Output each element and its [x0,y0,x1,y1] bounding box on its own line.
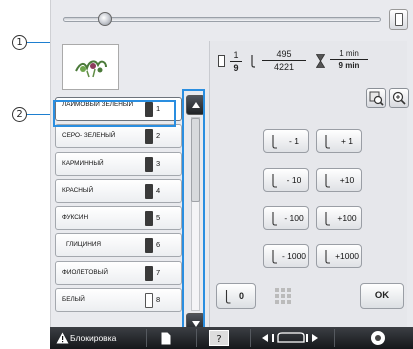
minus-10-button[interactable]: - 10 [263,168,309,192]
design-preview [62,44,119,90]
spool-icon [218,55,225,67]
thread-swatch [145,156,153,172]
separator [146,329,147,347]
needle-icon [325,174,330,188]
thread-name: ФУКСИН [62,214,89,222]
separator [250,329,251,347]
grid-button[interactable] [272,285,294,307]
embroidery-screen: ЛАЙМОВЫЙ ЗЕЛЕНЫЙ 1 СЕРО- ЗЕЛЕНЫЙ 2 КАРМИ… [50,0,413,349]
list-item[interactable]: КАРМИННЫЙ 3 [55,151,182,176]
design-preview-image [75,60,107,78]
svg-text:?: ? [216,334,221,345]
ok-button[interactable]: OK [360,283,404,309]
page-button[interactable] [156,327,180,349]
color-counter: 1 9 [230,50,242,73]
warning-icon [56,332,69,344]
thread-swatch [145,265,153,281]
plus-1-button[interactable]: + 1 [316,129,362,153]
needle-icon [272,174,277,188]
stitch-counter: 495 4221 [262,49,306,72]
page-icon [161,332,171,345]
grid-icon [275,288,291,304]
callout-2-highlight [53,100,176,127]
thread-swatch [145,238,153,254]
callout-1: 1 [12,35,27,50]
magnify-icon [369,91,384,106]
lock-label: Блокировка [70,333,117,343]
separator [334,329,335,347]
zoom-icon [392,91,406,105]
plus-1000-button[interactable]: +1000 [316,244,362,268]
thread-swatch [145,183,153,199]
progress-counter: 1 9 495 4221 1 min 9 min [216,47,406,75]
spool-button[interactable] [389,9,408,30]
needle-icon [251,55,255,68]
hourglass-icon [316,54,325,68]
sewing-button[interactable] [370,327,392,349]
list-item[interactable]: БЕЛЫЙ 8 [55,288,182,313]
minus-1-button[interactable]: - 1 [263,129,309,153]
separator [196,329,197,347]
reset-to-zero-button[interactable]: 0 [216,283,256,309]
minus-100-button[interactable]: - 100 [263,206,309,230]
thread-number: 6 [156,240,161,250]
thread-number: 3 [156,158,161,168]
stitch-control-panel: 1 9 495 4221 1 min 9 min - 1 + 1 - 10 +1… [209,41,409,344]
spool-icon [395,13,403,26]
minus-1000-button[interactable]: - 1000 [263,244,309,268]
magnify-button[interactable] [366,88,386,108]
thread-name: СЕРО- ЗЕЛЕНЫЙ [62,132,116,140]
thread-swatch [145,211,153,227]
needle-icon [272,135,277,149]
needle-icon [272,212,277,226]
thread-name: КРАСНЫЙ [62,186,94,194]
progress-bar [51,6,408,30]
progress-knob[interactable] [98,12,112,26]
needle-icon [325,135,330,149]
thread-swatch [145,293,153,309]
thread-name: БЕЛЫЙ [62,296,85,304]
callout-1-highlight [182,89,205,339]
thread-number: 7 [156,267,161,277]
thread-name: КАРМИННЫЙ [62,159,104,167]
thread-number: 5 [156,213,161,223]
thread-name: ФИОЛЕТОВЫЙ [62,268,108,276]
plus-10-button[interactable]: +10 [316,168,362,192]
needle-icon [272,250,277,264]
needle-icon [325,250,330,264]
list-item[interactable]: КРАСНЫЙ 4 [55,178,182,203]
zoom-button[interactable] [389,88,409,108]
callout-2: 2 [12,107,27,122]
thread-swatch [145,129,153,145]
lock-button[interactable]: Блокировка [56,327,138,349]
list-item[interactable]: СЕРО- ЗЕЛЕНЫЙ 2 [55,124,182,149]
help-icon: ? [209,330,229,346]
ok-label: OK [374,290,390,301]
frame-move-button[interactable] [260,327,320,349]
list-item[interactable]: ГЛИЦИНИЯ 6 [55,233,182,258]
bottom-toolbar: Блокировка ? [50,327,413,349]
thread-name: ГЛИЦИНИЯ [66,241,102,249]
plus-100-button[interactable]: +100 [316,206,362,230]
frame-move-icon [262,332,318,343]
time-counter: 1 min 9 min [330,49,368,70]
help-button[interactable]: ? [207,327,231,349]
thread-number: 4 [156,185,161,195]
needle-icon [325,212,330,226]
list-item[interactable]: ФИОЛЕТОВЫЙ 7 [55,260,182,285]
thread-number: 8 [156,295,161,305]
thread-number: 2 [156,131,161,141]
sewing-icon [371,331,385,345]
thread-color-list: ЛАЙМОВЫЙ ЗЕЛЕНЫЙ 1 СЕРО- ЗЕЛЕНЫЙ 2 КАРМИ… [55,97,182,315]
zero-label: 0 [239,291,245,301]
needle-icon [225,290,231,304]
list-item[interactable]: ФУКСИН 5 [55,206,182,231]
